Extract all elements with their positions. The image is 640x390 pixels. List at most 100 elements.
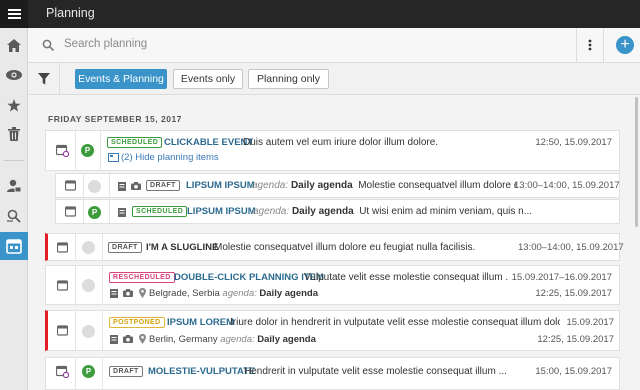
photo-icon bbox=[123, 335, 133, 343]
item-time: 12:50, 15.09.2017 bbox=[535, 137, 612, 148]
item-slugline: MOLESTIE-VULPUTATE bbox=[148, 366, 256, 377]
left-sidebar bbox=[0, 0, 28, 390]
agenda-label: agenda: bbox=[222, 288, 257, 299]
agenda-value: Daily agenda bbox=[259, 288, 319, 299]
location-text: Berlin, Germany bbox=[149, 334, 218, 345]
planning-icon bbox=[50, 311, 74, 350]
list-item[interactable]: P DRAFT MOLESTIE-VULPUTATE Hendrerit in … bbox=[45, 357, 620, 390]
event-icon bbox=[50, 358, 74, 384]
status-badge: SCHEDULED bbox=[107, 137, 163, 148]
list-item[interactable]: P SCHEDULED CLICKABLE EVENT Duis autem v… bbox=[45, 130, 620, 171]
date-heading: FRIDAY SEPTEMBER 15, 2017 bbox=[48, 114, 182, 124]
trash-icon bbox=[8, 127, 20, 141]
item-updated-time: 12:25, 15.09.2017 bbox=[535, 288, 612, 299]
item-slugline: CLICKABLE EVENT bbox=[164, 137, 254, 148]
search-bar: Search planning + bbox=[28, 28, 640, 63]
item-location-agenda: Belgrade, Serbia agenda: Daily agenda bbox=[149, 288, 318, 299]
list-item[interactable]: DRAFT I'M A SLUGLINE Molestie consequatv… bbox=[45, 233, 624, 261]
top-bar: Planning bbox=[28, 0, 640, 28]
create-new-button[interactable]: + bbox=[616, 36, 634, 54]
agenda-value: Daily agenda bbox=[291, 206, 354, 217]
planning-state-badge bbox=[82, 279, 95, 292]
highlights-button[interactable] bbox=[0, 91, 28, 119]
filter-funnel-icon bbox=[37, 72, 50, 84]
photo-icon bbox=[131, 182, 141, 190]
kebab-icon bbox=[588, 39, 592, 51]
planning-state-badge bbox=[82, 325, 95, 338]
planning-calendar-icon bbox=[6, 239, 22, 254]
item-time: 15.09.2017 bbox=[566, 317, 614, 328]
item-slugline: IPSUM LOREM bbox=[167, 317, 235, 328]
planning-state-badge bbox=[88, 180, 101, 193]
item-description: Duis autem vel eum iriure dolor illum do… bbox=[243, 137, 439, 148]
hamburger-menu-button[interactable] bbox=[0, 0, 28, 28]
location-pin-icon bbox=[139, 288, 146, 298]
filter-events-planning-button[interactable]: Events & Planning bbox=[75, 69, 167, 89]
filter-events-only-button[interactable]: Events only bbox=[173, 69, 243, 89]
agenda-label: agenda: bbox=[220, 334, 255, 345]
agenda-value: Daily agenda bbox=[290, 180, 353, 191]
list-item[interactable]: POSTPONED IPSUM LOREM Iriure dolor in he… bbox=[45, 310, 620, 351]
item-text: Molestie consequatvel illum dolore eu ..… bbox=[358, 180, 517, 191]
list-item[interactable]: RESCHEDULED DOUBLE-CLICK PLANNING ITEM V… bbox=[45, 265, 620, 305]
agenda-label: agenda: bbox=[253, 206, 290, 217]
planning-item-icon bbox=[108, 153, 119, 162]
spike-button[interactable] bbox=[0, 120, 28, 148]
status-badge: DRAFT bbox=[146, 180, 180, 191]
article-icon bbox=[110, 335, 118, 344]
toggle-filter-panel-button[interactable] bbox=[28, 63, 60, 94]
item-description: Hendrerit in vulputate velit esse molest… bbox=[244, 366, 507, 377]
search-list-icon bbox=[7, 209, 21, 223]
item-description: Molestie consequatvel illum dolore eu fe… bbox=[214, 242, 476, 253]
article-icon bbox=[118, 208, 126, 217]
status-badge: DRAFT bbox=[109, 366, 143, 377]
item-slugline: LIPSUM IPSUM bbox=[186, 180, 255, 191]
search-input[interactable]: Search planning bbox=[64, 38, 147, 50]
search-archive-button[interactable] bbox=[0, 202, 28, 230]
scrollbar[interactable] bbox=[635, 97, 638, 227]
location-pin-icon bbox=[139, 334, 146, 344]
status-badge: RESCHEDULED bbox=[109, 272, 175, 283]
item-location-agenda: Berlin, Germany agenda: Daily agenda bbox=[149, 334, 316, 345]
item-time: 13:00–14:00, 15.09.2017 bbox=[514, 180, 620, 191]
item-time: 15.09.2017–16.09.2017 bbox=[511, 272, 612, 283]
planning-list: FRIDAY SEPTEMBER 15, 2017 P SCHEDULED CL… bbox=[28, 95, 640, 390]
item-description: agenda: Daily agenda Ut wisi enim ad min… bbox=[253, 206, 531, 217]
user-settings-button[interactable] bbox=[0, 172, 28, 200]
agenda-label: agenda: bbox=[252, 180, 289, 191]
sidebar-divider bbox=[4, 160, 24, 161]
eye-icon bbox=[6, 70, 22, 80]
planning-state-badge: P bbox=[81, 144, 94, 157]
article-icon bbox=[118, 182, 126, 191]
hamburger-icon bbox=[7, 13, 21, 15]
photo-icon bbox=[123, 289, 133, 297]
list-item[interactable]: DRAFT LIPSUM IPSUM agenda: Daily agenda … bbox=[55, 173, 620, 198]
planning-state-badge bbox=[82, 241, 95, 254]
planning-state-badge: P bbox=[82, 365, 95, 378]
article-icon bbox=[110, 289, 118, 298]
planning-icon bbox=[58, 174, 82, 197]
planning-button[interactable] bbox=[0, 232, 28, 260]
item-description: Iriure dolor in hendrerit in vulputate v… bbox=[230, 317, 560, 328]
hide-planning-items-link[interactable]: (2) Hide planning items bbox=[121, 152, 219, 163]
plus-icon: + bbox=[620, 36, 630, 53]
event-icon bbox=[50, 131, 74, 170]
planning-state-badge: P bbox=[88, 206, 101, 219]
planning-icon bbox=[50, 266, 74, 304]
monitoring-button[interactable] bbox=[0, 61, 28, 89]
item-slugline: LIPSUM IPSUM bbox=[187, 206, 256, 217]
more-actions-button[interactable] bbox=[576, 28, 604, 62]
item-slugline: DOUBLE-CLICK PLANNING ITEM bbox=[174, 272, 324, 283]
user-lock-icon bbox=[7, 179, 21, 193]
status-badge: POSTPONED bbox=[109, 317, 165, 328]
status-badge: SCHEDULED bbox=[132, 206, 188, 217]
item-description: Vulputate velit esse molestie consequat … bbox=[304, 272, 509, 283]
home-icon bbox=[7, 38, 21, 52]
filter-planning-only-button[interactable]: Planning only bbox=[248, 69, 329, 89]
agenda-value: Daily agenda bbox=[257, 334, 316, 345]
item-description: agenda: Daily agenda Molestie consequatv… bbox=[252, 180, 517, 191]
list-item[interactable]: P SCHEDULED LIPSUM IPSUM agenda: Daily a… bbox=[55, 199, 620, 224]
item-updated-time: 12:25, 15.09.2017 bbox=[537, 334, 614, 345]
home-button[interactable] bbox=[0, 31, 28, 59]
planning-icon bbox=[58, 200, 82, 223]
